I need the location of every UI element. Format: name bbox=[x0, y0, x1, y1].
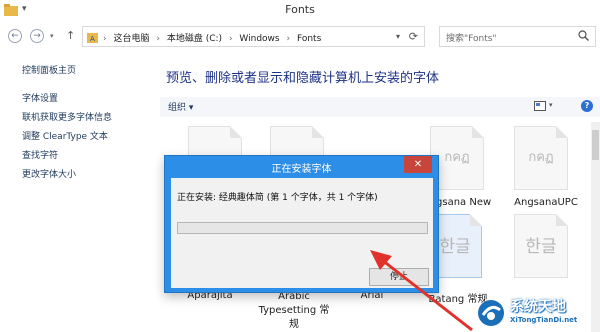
font-name-label: Arabic Typesetting 常规 bbox=[258, 291, 330, 330]
breadcrumb: › 这台电脑 › 本地磁盘 (C:) › Windows › Fonts bbox=[103, 31, 325, 44]
install-progress-bar bbox=[177, 222, 428, 234]
get-fonts-online-link[interactable]: 联机获取更多字体信息 bbox=[22, 110, 112, 123]
annotation-arrow bbox=[370, 250, 473, 332]
forward-button[interactable]: → bbox=[30, 29, 44, 43]
watermark: 系统天地 XiTongTianDi.net bbox=[476, 296, 600, 332]
scrollbar-thumb[interactable] bbox=[592, 130, 599, 160]
breadcrumb-fonts[interactable]: Fonts bbox=[297, 34, 321, 44]
search-placeholder: 搜索"Fonts" bbox=[446, 34, 497, 44]
address-bar[interactable]: A › 这台电脑 › 本地磁盘 (C:) › Windows › Fonts ▾… bbox=[82, 26, 425, 47]
font-tile-angsanaupc[interactable]: กคฏ bbox=[506, 126, 576, 190]
breadcrumb-this-pc[interactable]: 这台电脑 bbox=[113, 34, 149, 44]
address-dropdown-icon[interactable]: ▾ bbox=[396, 32, 400, 41]
address-row: ← → ▾ ↑ A › 这台电脑 › 本地磁盘 (C:) › Windows ›… bbox=[0, 24, 600, 48]
search-input[interactable]: 搜索"Fonts" bbox=[439, 26, 596, 47]
chevron-right-icon: › bbox=[286, 34, 291, 44]
window-title: Fonts bbox=[285, 3, 315, 16]
font-preview-glyph: กคฏ bbox=[528, 150, 554, 165]
watermark-url: XiTongTianDi.net bbox=[510, 316, 578, 324]
adjust-cleartype-link[interactable]: 调整 ClearType 文本 bbox=[22, 129, 108, 142]
view-options-icon[interactable] bbox=[534, 101, 546, 111]
left-pane: 控制面板主页 字体设置 联机获取更多字体信息 调整 ClearType 文本 查… bbox=[0, 55, 160, 332]
recent-locations-dropdown[interactable]: ▾ bbox=[50, 32, 54, 40]
install-status-text: 正在安装: 经典趣体简 (第 1 个字体，共 1 个字体) bbox=[177, 193, 378, 203]
view-dropdown-icon[interactable]: ▾ bbox=[549, 101, 553, 109]
change-font-size-link[interactable]: 更改字体大小 bbox=[22, 167, 76, 180]
fonts-folder-icon: A bbox=[87, 33, 98, 43]
dialog-title: 正在安装字体 bbox=[271, 164, 332, 175]
font-tile[interactable]: 한글 bbox=[506, 214, 576, 278]
svg-text:A: A bbox=[90, 35, 95, 43]
refresh-icon[interactable]: ⟳ bbox=[409, 30, 418, 43]
chevron-right-icon: › bbox=[228, 34, 233, 44]
control-panel-home-link[interactable]: 控制面板主页 bbox=[22, 63, 76, 76]
watermark-title: 系统天地 bbox=[510, 299, 566, 315]
font-settings-link[interactable]: 字体设置 bbox=[22, 91, 58, 104]
chevron-right-icon: › bbox=[156, 34, 160, 44]
close-button[interactable]: ✕ bbox=[404, 156, 432, 173]
font-preview-glyph: 한글 bbox=[525, 237, 557, 257]
site-logo-icon bbox=[478, 300, 504, 326]
organize-button[interactable]: 组织 ▾ bbox=[168, 100, 193, 113]
up-button[interactable]: ↑ bbox=[66, 29, 75, 42]
page-title: 预览、删除或者显示和隐藏计算机上安装的字体 bbox=[166, 71, 440, 86]
back-button[interactable]: ← bbox=[8, 29, 22, 43]
find-character-link[interactable]: 查找字符 bbox=[22, 148, 58, 161]
help-icon[interactable]: ? bbox=[581, 100, 593, 112]
chevron-right-icon: › bbox=[103, 34, 107, 44]
search-icon bbox=[578, 30, 589, 41]
breadcrumb-local-disk[interactable]: 本地磁盘 (C:) bbox=[167, 34, 222, 44]
font-name-label: AngsanaUPC bbox=[514, 197, 578, 208]
command-bar: 组织 ▾ ▾ ? bbox=[160, 97, 600, 117]
breadcrumb-windows[interactable]: Windows bbox=[239, 34, 279, 44]
title-bar: ▾ Fonts bbox=[0, 0, 600, 22]
